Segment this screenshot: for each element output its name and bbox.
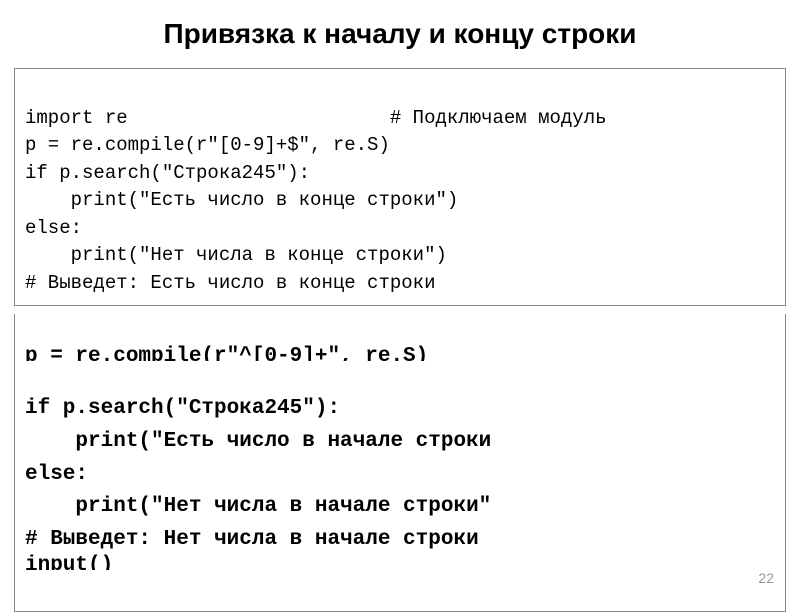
code-block-2: p = re.compile(r"^[0-9]+", re.S) if p.se… [14,314,786,611]
code-line: import re # Подключаем модуль [25,107,607,129]
code-line: if p.search("Строка245"): [25,397,340,420]
code-line: # Выведет: Нет числа в начале строки [25,528,479,551]
code-line: print("Нет числа в конце строки") [25,244,447,266]
code-block-1: import re # Подключаем модуль p = re.com… [14,68,786,306]
code-line: print("Есть число в конце строки") [25,189,458,211]
slide-title: Привязка к началу и концу строки [0,0,800,60]
code-line-cut: input() [25,554,113,570]
code-line: print("Нет числа в начале строки" [25,495,491,518]
code-line-cut: p = re.compile(r"^[0-9]+", re.S) [25,345,428,361]
code-line: else: [25,217,82,239]
page-number: 22 [758,570,774,586]
code-line: p = re.compile(r"[0-9]+$", re.S) [25,134,390,156]
code-line: else: [25,463,88,486]
code-line: print("Есть число в начале строки [25,430,491,453]
code-line: if p.search("Строка245"): [25,162,310,184]
code-line: # Выведет: Есть число в конце строки [25,272,435,294]
